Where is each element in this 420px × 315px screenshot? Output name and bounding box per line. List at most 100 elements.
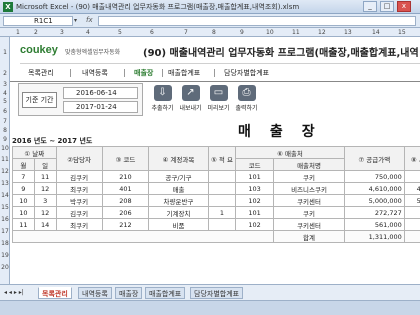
fx-icon[interactable]: fx [86, 16, 93, 24]
cell-day[interactable]: 14 [33, 218, 57, 231]
cell-manager[interactable]: 김쿠키 [55, 206, 103, 219]
column-header[interactable]: 3 [60, 28, 64, 37]
cell-month[interactable]: 10 [12, 194, 35, 207]
cell-customer-name[interactable]: 쿠키센터 [273, 194, 345, 207]
row-header[interactable]: 13 [0, 180, 10, 187]
cell-tax[interactable]: 27 [403, 206, 420, 219]
row-header[interactable]: 5 [0, 98, 10, 105]
formula-input[interactable] [98, 16, 416, 26]
cell-customer-code[interactable]: 101 [235, 170, 275, 183]
row-header[interactable]: 2 [0, 70, 10, 77]
worksheet[interactable]: coukey 맞춤형엑셀업무자동화 (90) 매출내역관리 업무자동화 프로그램… [10, 37, 420, 284]
cell-month[interactable]: 7 [12, 170, 35, 183]
cell-code[interactable]: 212 [101, 218, 150, 231]
sheet-tab-sales-ledger[interactable]: 매출장 [115, 287, 143, 299]
cell-customer-code[interactable]: 103 [235, 182, 275, 195]
table-row[interactable]: 7 11 김쿠키 210 공구/기구 101 쿠키 750,000 75 [12, 170, 420, 183]
sheet-tab-entry-register[interactable]: 내역등록 [78, 287, 112, 299]
cell-day[interactable]: 11 [33, 170, 57, 183]
export-button[interactable]: ↗ 내보내기 [178, 85, 203, 115]
row-header[interactable]: 6 [0, 108, 10, 115]
column-header[interactable]: 12 [318, 28, 326, 37]
cell-day[interactable]: 12 [33, 206, 57, 219]
cell-summary[interactable] [207, 182, 237, 195]
cell-tax[interactable]: 500 [403, 194, 420, 207]
column-header[interactable]: 10 [266, 28, 274, 37]
close-button[interactable]: x [397, 1, 411, 12]
row-header[interactable]: 18 [0, 240, 10, 247]
start-date-field[interactable]: 2016-06-14 [63, 87, 138, 99]
row-header[interactable]: 3 [0, 81, 10, 88]
sheet-tab-manager-summary[interactable]: 담당자별합계표 [190, 287, 244, 299]
cell-customer-code[interactable]: 102 [235, 218, 275, 231]
row-header[interactable]: 4 [0, 90, 10, 97]
cell-supply-amount[interactable]: 4,610,000 [343, 182, 405, 195]
cell-customer-code[interactable]: 102 [235, 194, 275, 207]
cell-summary[interactable] [207, 218, 237, 231]
table-row[interactable]: 11 14 최쿠키 212 비품 102 쿠키센터 561,000 [12, 218, 420, 231]
row-header[interactable]: 20 [0, 264, 10, 271]
cell-summary[interactable] [207, 170, 237, 183]
end-date-field[interactable]: 2017-01-24 [63, 101, 138, 113]
cell-customer-name[interactable]: 비즈니스쿠키 [273, 182, 345, 195]
row-header[interactable]: 9 [0, 136, 10, 143]
table-row[interactable]: 10 3 박쿠키 208 차량운반구 102 쿠키센터 5,000,000 50… [12, 194, 420, 207]
row-header[interactable]: 16 [0, 216, 10, 223]
cell-day[interactable]: 3 [33, 194, 57, 207]
cell-month[interactable]: 11 [12, 218, 35, 231]
row-header[interactable]: 14 [0, 192, 10, 199]
cell-month[interactable]: 9 [12, 182, 35, 195]
row-header[interactable]: 10 [0, 145, 10, 152]
column-header[interactable]: 14 [372, 28, 380, 37]
cell-supply-amount[interactable]: 5,000,000 [343, 194, 405, 207]
column-header[interactable]: 7 [184, 28, 188, 37]
menu-item-sales-ledger[interactable]: 매출장 [134, 67, 153, 79]
row-header[interactable]: 8 [0, 127, 10, 134]
cell-manager[interactable]: 최쿠키 [55, 218, 103, 231]
cell-account[interactable]: 차량운반구 [148, 194, 209, 207]
column-header[interactable]: 4 [86, 28, 90, 37]
cell-summary[interactable]: 1 [207, 206, 237, 219]
cell-customer-code[interactable]: 101 [235, 206, 275, 219]
cell-supply-amount[interactable]: 561,000 [343, 218, 405, 231]
cell-manager[interactable]: 박쿠키 [55, 194, 103, 207]
row-header[interactable]: 17 [0, 228, 10, 235]
column-header[interactable]: 9 [240, 28, 244, 37]
tab-scroll-arrows[interactable]: ◂ ◂ ▸ ▸| [4, 289, 24, 296]
cell-customer-name[interactable]: 쿠키 [273, 170, 345, 183]
cell-code[interactable]: 208 [101, 194, 150, 207]
cell-tax[interactable] [403, 218, 420, 231]
sheet-tab-list-management[interactable]: 목록관리 [38, 287, 72, 299]
row-header[interactable]: 15 [0, 204, 10, 211]
row-header[interactable]: 12 [0, 168, 10, 175]
column-header[interactable]: 15 [398, 28, 406, 37]
cell-day[interactable]: 12 [33, 182, 57, 195]
menu-item-sales-summary[interactable]: 매출합계표 [168, 67, 200, 79]
cell-summary[interactable] [207, 194, 237, 207]
cell-customer-name[interactable]: 쿠키센터 [273, 218, 345, 231]
table-row[interactable]: 10 12 김쿠키 206 기계장치 1 101 쿠키 272,727 27 [12, 206, 420, 219]
cell-tax[interactable]: 75 [403, 170, 420, 183]
row-header[interactable]: 7 [0, 118, 10, 125]
sheet-tab-sales-summary[interactable]: 매출합계표 [145, 287, 186, 299]
row-header[interactable]: 1 [0, 49, 10, 56]
cell-month[interactable]: 10 [12, 206, 35, 219]
column-header[interactable]: 5 [118, 28, 122, 37]
cell-manager[interactable]: 김쿠키 [55, 170, 103, 183]
menu-item-entry-register[interactable]: 내역등록 [82, 67, 108, 79]
extract-button[interactable]: ⇩ 추출하기 [150, 85, 175, 115]
column-header[interactable]: 6 [150, 28, 154, 37]
cell-customer-name[interactable]: 쿠키 [273, 206, 345, 219]
cell-account[interactable]: 기계장치 [148, 206, 209, 219]
chevron-down-icon[interactable]: ▾ [74, 17, 77, 24]
cell-account[interactable]: 공구/기구 [148, 170, 209, 183]
column-header[interactable]: 8 [212, 28, 216, 37]
cell-account[interactable]: 비품 [148, 218, 209, 231]
column-header[interactable]: 13 [344, 28, 352, 37]
row-header[interactable]: 19 [0, 252, 10, 259]
name-box[interactable]: R1C1 [3, 16, 73, 26]
cell-code[interactable]: 206 [101, 206, 150, 219]
cell-supply-amount[interactable]: 272,727 [343, 206, 405, 219]
cell-account[interactable]: 매출 [148, 182, 209, 195]
print-button[interactable]: ⎙ 출력하기 [234, 85, 259, 115]
